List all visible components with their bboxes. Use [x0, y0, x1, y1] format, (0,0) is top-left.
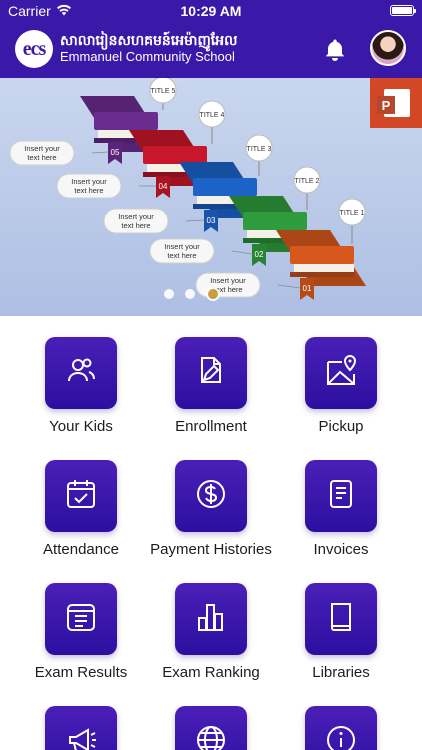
dollar-icon [194, 477, 228, 516]
menu-tile-payment-histories[interactable]: Payment Histories [146, 460, 276, 558]
book-cover [243, 212, 307, 230]
status-bar: Carrier 10:29 AM [0, 0, 422, 22]
status-time: 10:29 AM [180, 3, 242, 19]
user-avatar[interactable] [370, 30, 406, 66]
book-base [290, 272, 354, 277]
powerpoint-icon: P [370, 78, 422, 128]
step-number: 02 [255, 250, 264, 259]
menu-tile-label: Pickup [318, 418, 364, 435]
menu-tile-button[interactable] [305, 460, 377, 532]
menu-tile-info-icon[interactable] [276, 706, 406, 750]
menu-tile-button[interactable] [175, 583, 247, 655]
menu-tile-label: Payment Histories [150, 541, 272, 558]
step-title: TITLE 2 [295, 178, 320, 185]
invoice-icon [324, 477, 358, 516]
menu-tile-exam-ranking[interactable]: Exam Ranking [146, 583, 276, 681]
steps-infographic: 05 TITLE 5 Insert your text here 04 TITLE 4 In… [9, 78, 366, 300]
calendar-check-icon [64, 477, 98, 516]
menu-tile-label: Your Kids [49, 418, 113, 435]
menu-tile-button[interactable] [175, 706, 247, 750]
megaphone-icon [64, 723, 98, 750]
step-text: Insert your text here [164, 242, 200, 260]
app-header-area: Carrier 10:29 AM ecs សាលារៀនសហគមន៍អេម៉ាញ… [0, 0, 422, 78]
map-pin-icon [324, 354, 358, 393]
book-icon [324, 600, 358, 639]
book-cover [143, 146, 207, 164]
menu-tile-megaphone-icon[interactable] [16, 706, 146, 750]
menu-tile-button[interactable] [45, 583, 117, 655]
menu-tile-button[interactable] [305, 706, 377, 750]
menu-tile-label: Enrollment [175, 418, 247, 435]
step-text: Insert your text here [71, 177, 107, 195]
menu-tile-button[interactable] [305, 337, 377, 409]
bar-chart-icon [194, 600, 228, 639]
step-title: TITLE 5 [151, 88, 176, 95]
step-number: 01 [303, 284, 312, 293]
globe-icon [194, 723, 228, 750]
school-name-khmer: សាលារៀនសហគមន៍អេម៉ាញូអែល [60, 32, 238, 48]
carousel-dot[interactable] [164, 289, 174, 299]
step-number: 03 [207, 216, 216, 225]
book-cover [94, 112, 158, 130]
menu-tile-label: Libraries [312, 664, 370, 681]
book-cover [193, 178, 257, 196]
text-pointer [277, 284, 301, 289]
info-icon [324, 723, 358, 750]
menu-tile-attendance[interactable]: Attendance [16, 460, 146, 558]
step-text: Insert your text here [118, 212, 154, 230]
bell-icon[interactable] [322, 37, 348, 63]
list-calendar-icon [64, 600, 98, 639]
edit-document-icon [194, 354, 228, 393]
menu-tile-enrollment[interactable]: Enrollment [146, 337, 276, 435]
people-icon [64, 354, 98, 393]
menu-tile-libraries[interactable]: Libraries [276, 583, 406, 681]
step-number: 05 [111, 148, 120, 157]
step-number: 04 [159, 182, 168, 191]
book-cover [290, 246, 354, 264]
school-name-block: សាលារៀនសហគមន៍អេម៉ាញូអែល Emmanuel Communi… [60, 32, 237, 65]
carousel-dots [164, 287, 220, 301]
menu-tile-invoices[interactable]: Invoices [276, 460, 406, 558]
school-logo: ecs [15, 30, 53, 68]
text-pointer [185, 219, 205, 222]
school-header: ecs សាលារៀនសហគមន៍អេម៉ាញូអែល Emmanuel Com… [0, 22, 422, 78]
menu-tile-button[interactable] [175, 460, 247, 532]
menu-tile-your-kids[interactable]: Your Kids [16, 337, 146, 435]
menu-tile-pickup[interactable]: Pickup [276, 337, 406, 435]
step-title: TITLE 3 [247, 146, 272, 153]
app-screen: Carrier 10:29 AM ecs សាលារៀនសហគមន៍អេម៉ាញ… [0, 0, 422, 750]
menu-tile-label: Exam Results [34, 664, 128, 681]
step-title: TITLE 4 [200, 112, 225, 119]
menu-tile-exam-results[interactable]: Exam Results [16, 583, 146, 681]
menu-tile-button[interactable] [45, 460, 117, 532]
menu-tile-button[interactable] [175, 337, 247, 409]
text-pointer [231, 250, 253, 255]
carousel-dot[interactable] [206, 287, 220, 301]
step-title: TITLE 1 [340, 210, 365, 217]
menu-tile-button[interactable] [45, 337, 117, 409]
text-pointer [91, 151, 109, 154]
menu-tile-label: Invoices [313, 541, 369, 558]
menu-tile-label: Exam Ranking [162, 664, 260, 681]
book-pages [294, 264, 354, 272]
menu-tile-label: Attendance [43, 541, 119, 558]
carousel-dot[interactable] [185, 289, 195, 299]
menu-tile-button[interactable] [45, 706, 117, 750]
battery-icon [390, 5, 416, 16]
school-name: Emmanuel Community School [60, 49, 235, 64]
menu-tile-globe-icon[interactable] [146, 706, 276, 750]
banner-carousel[interactable]: 05 TITLE 5 Insert your text here 04 TITLE 4 In… [0, 78, 422, 316]
step-text: Insert your text here [24, 144, 60, 162]
powerpoint-letter: P [377, 96, 395, 114]
menu-tile-button[interactable] [305, 583, 377, 655]
